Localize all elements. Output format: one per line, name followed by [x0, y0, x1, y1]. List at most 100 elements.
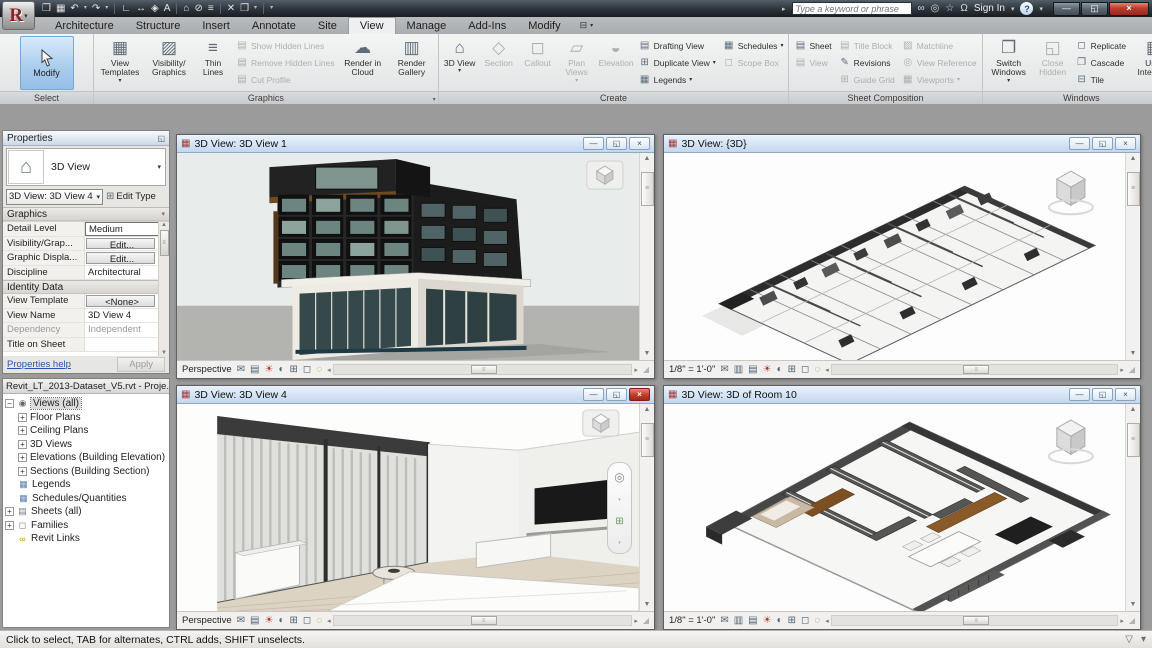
tree-item-schedules[interactable]: ▦ Schedules/Quantities [5, 492, 169, 506]
window-titlebar[interactable]: ▦ 3D View: 3D of Room 10 — ◱ × [664, 386, 1140, 404]
properties-scrollbar[interactable]: ▲ ≡ ▼ [158, 222, 169, 356]
window-titlebar[interactable]: ▦ 3D View: 3D View 1 — ◱ × [177, 135, 654, 153]
undo-icon[interactable]: ↶ [70, 1, 78, 16]
tree-item-views[interactable]: − ◉ Views (all) [5, 397, 169, 411]
crop-visibility-icon[interactable]: ◻ [303, 364, 311, 375]
property-row[interactable]: View Template <None> [3, 294, 169, 309]
minimize-button[interactable]: — [1053, 2, 1080, 16]
crop-visibility-icon[interactable]: ◻ [801, 364, 809, 375]
drafting-view-button[interactable]: ▤ Drafting View [636, 37, 719, 54]
scroll-right-icon[interactable]: ▸ [634, 617, 638, 625]
scroll-down-icon[interactable]: ▼ [644, 348, 651, 360]
property-row[interactable]: Discipline Architectural [3, 266, 169, 281]
default-3d-view-icon[interactable]: ⌂ [183, 1, 189, 16]
section-header-identity-data[interactable]: Identity Data ▾ [3, 280, 169, 294]
close-inactive-windows-icon[interactable]: ✕ [227, 1, 235, 16]
scroll-up-icon[interactable]: ▲ [644, 404, 651, 416]
scroll-down-icon[interactable]: ▼ [1130, 348, 1137, 360]
vertical-scrollbar[interactable]: ▲ ≡ ▼ [639, 404, 654, 611]
scroll-thumb[interactable]: ≡ [471, 365, 497, 374]
search-input[interactable] [792, 2, 912, 15]
scroll-left-icon[interactable]: ◂ [825, 617, 829, 625]
resize-grip-icon[interactable]: ◢ [1129, 616, 1135, 625]
scroll-thumb[interactable]: ≡ [471, 616, 497, 625]
sheet-button[interactable]: ▤ Sheet [791, 37, 834, 54]
window-restore-button[interactable]: ◱ [606, 388, 627, 401]
view-window-3d-of-room-10[interactable]: ▦ 3D View: 3D of Room 10 — ◱ × [663, 385, 1141, 630]
status-caret-icon[interactable]: ▾ [1141, 634, 1146, 645]
tree-item-sections[interactable]: + Sections (Building Section) [5, 465, 169, 479]
open-icon[interactable]: ❒ [42, 1, 51, 16]
schedules-button[interactable]: ▦ Schedules ▾ [720, 37, 787, 54]
window-restore-button[interactable]: ◱ [1092, 137, 1113, 150]
scroll-up-icon[interactable]: ▲ [644, 153, 651, 165]
tree-item-families[interactable]: + ◻ Families [5, 519, 169, 533]
scroll-thumb[interactable]: ≡ [1127, 423, 1140, 457]
replicate-button[interactable]: ◻ Replicate [1073, 37, 1129, 54]
shadows-icon[interactable]: ◐ [777, 615, 783, 626]
3d-view-button[interactable]: ⌂ 3D View ▾ [441, 35, 479, 91]
view-template-button[interactable]: <None> [86, 295, 155, 307]
tab-manage[interactable]: Manage [396, 18, 458, 34]
view-name-value[interactable]: 3D View 4 [85, 309, 169, 323]
visual-style-icon[interactable]: ▤ [250, 615, 259, 626]
sun-path-icon[interactable]: ☀ [763, 364, 772, 375]
title-on-sheet-value[interactable] [85, 338, 169, 352]
tab-insert[interactable]: Insert [191, 18, 241, 34]
expand-icon[interactable]: + [18, 413, 27, 422]
ribbon-state-caret-icon[interactable]: ▾ [590, 22, 593, 29]
view-scale-button[interactable]: 1/8" = 1'-0" [669, 615, 715, 626]
property-row[interactable]: Visibility/Grap... Edit... [3, 237, 169, 252]
horizontal-scrollbar[interactable]: ◂ ≡ ▸ [327, 615, 638, 626]
navbar-caret-icon[interactable]: ▾ [618, 540, 621, 546]
tree-item-ceiling-plans[interactable]: + Ceiling Plans [5, 424, 169, 438]
tab-annotate[interactable]: Annotate [241, 18, 307, 34]
scroll-right-icon[interactable]: ▸ [1120, 617, 1124, 625]
viewport-3d-canvas[interactable] [664, 404, 1125, 611]
expand-icon[interactable]: + [18, 453, 27, 462]
sign-in-button[interactable]: Sign In [974, 3, 1005, 14]
reveal-hidden-icon[interactable]: ◌ [316, 364, 322, 375]
reveal-hidden-icon[interactable]: ◌ [814, 615, 820, 626]
user-interface-button[interactable]: ▦ User Interface ▾ [1130, 35, 1152, 91]
zoom-icon[interactable]: ⊞ [615, 516, 623, 527]
visibility-graphics-button[interactable]: ▨ Visibility/ Graphics [145, 35, 193, 91]
section-header-graphics[interactable]: Graphics ▾ [3, 207, 169, 221]
render-in-cloud-button[interactable]: ☁ Render in Cloud [339, 35, 387, 91]
viewport-3d-canvas[interactable] [177, 404, 639, 611]
detail-level-icon[interactable]: ▥ [734, 615, 743, 626]
legends-button[interactable]: ▦ Legends ▾ [636, 71, 719, 88]
type-selector[interactable]: ⌂ 3D View ▾ [6, 148, 166, 186]
scroll-up-icon[interactable]: ▲ [161, 222, 167, 228]
thin-lines-icon[interactable]: ≡ [208, 1, 214, 16]
project-browser-titlebar[interactable]: Revit_LT_2013-Dataset_V5.rvt - Proje... … [3, 379, 169, 394]
view-scale-button[interactable]: Perspective [182, 364, 232, 375]
view-scale-button[interactable]: 1/8" = 1'-0" [669, 364, 715, 375]
selection-filter-icon[interactable]: ▽ [1125, 634, 1133, 645]
redo-caret-icon[interactable]: ▾ [105, 1, 108, 16]
visual-style-icon[interactable]: ▤ [748, 364, 757, 375]
tab-view[interactable]: View [348, 17, 396, 34]
scroll-thumb[interactable]: ≡ [641, 172, 654, 206]
resize-grip-icon[interactable]: ◢ [1129, 365, 1135, 374]
show-rendering-dialog-icon[interactable]: ✉ [720, 364, 728, 375]
viewport-3d-canvas[interactable] [664, 153, 1125, 360]
navbar-caret-icon[interactable]: ▾ [618, 497, 621, 503]
scroll-left-icon[interactable]: ◂ [327, 617, 331, 625]
visual-style-icon[interactable]: ▤ [748, 615, 757, 626]
communication-center-icon[interactable]: ◎ [931, 3, 940, 14]
tree-item-legends[interactable]: ▦ Legends [5, 478, 169, 492]
scroll-down-icon[interactable]: ▼ [161, 350, 167, 356]
window-titlebar[interactable]: ▦ 3D View: 3D View 4 — ◱ × [177, 386, 654, 404]
detail-level-value[interactable]: Medium [85, 222, 169, 236]
sun-path-icon[interactable]: ☀ [264, 615, 273, 626]
reveal-hidden-icon[interactable]: ◌ [316, 615, 322, 626]
graphics-dialog-launcher-icon[interactable]: ▾ [433, 94, 436, 106]
tree-item-elevations[interactable]: + Elevations (Building Elevation) [5, 451, 169, 465]
shadows-icon[interactable]: ◐ [278, 364, 284, 375]
window-close-button[interactable]: × [1115, 137, 1136, 150]
crop-visibility-icon[interactable]: ◻ [303, 615, 311, 626]
scroll-right-icon[interactable]: ▸ [634, 366, 638, 374]
redo-icon[interactable]: ↷ [92, 1, 100, 16]
view-selector-combobox[interactable]: 3D View: 3D View 4 ▾ [6, 189, 103, 205]
